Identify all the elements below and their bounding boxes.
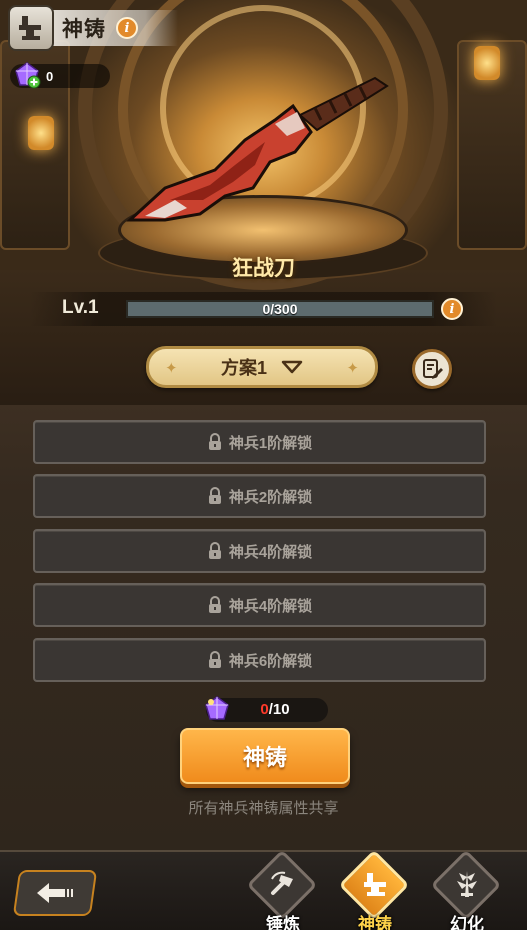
right-lamp [474, 46, 500, 80]
weapon-name: 狂战刀 [232, 257, 295, 280]
hammer-icon [271, 871, 293, 895]
level-info-icon[interactable]: i [441, 298, 463, 320]
level-row: Lv.1 0/300 i [0, 292, 527, 326]
gem-count: 0 [46, 68, 54, 84]
cost-required: /10 [268, 701, 290, 718]
rename-plan-button[interactable] [412, 349, 452, 389]
nav-tab-transform[interactable]: 幻化 [430, 849, 502, 930]
anvil-icon [364, 873, 386, 896]
xp-text: 0/300 [262, 301, 298, 317]
xp-progress-bar: 0/300 [126, 300, 434, 318]
purple-gem-icon [15, 62, 41, 89]
nav-tab-label: 幻化 [450, 915, 484, 930]
forge-anvil-icon [8, 5, 54, 51]
lock-icon [208, 596, 221, 613]
header: 神铸 i [8, 5, 178, 51]
berserker-blade-image [126, 76, 389, 222]
forge-button-label: 神铸 [242, 745, 287, 770]
lock-icon [208, 433, 221, 450]
back-arrow-icon [37, 883, 73, 903]
locked-slot-2[interactable]: 神兵2阶解锁 [33, 474, 486, 518]
slot-unlock-text: 神兵4阶解锁 [228, 597, 313, 615]
title-bar: 神铸 i [48, 10, 178, 46]
locked-slot-5[interactable]: 神兵6阶解锁 [33, 638, 486, 682]
nav-tab-divine-forge[interactable]: 神铸 [338, 849, 410, 930]
left-lamp [28, 116, 54, 150]
slot-unlock-text: 神兵2阶解锁 [228, 488, 313, 506]
slot-unlock-text: 神兵6阶解锁 [228, 652, 313, 670]
lock-icon [208, 651, 221, 668]
back-button[interactable] [12, 870, 98, 916]
slot-unlock-text: 神兵4阶解锁 [228, 543, 313, 561]
forge-button[interactable]: 神铸 [180, 728, 350, 784]
level-label: Lv.1 [62, 297, 99, 318]
sparkle-icon: ✦ [165, 360, 178, 377]
nav-tab-hammer[interactable]: 锤炼 [246, 849, 318, 930]
plan-dropdown[interactable]: ✦ 方案1 ✦ [146, 346, 378, 388]
nav-tab-label: 神铸 [358, 915, 392, 930]
cost-value: 0/10 [206, 701, 328, 718]
spiked-sword-icon [457, 871, 477, 897]
locked-slot-1[interactable]: 神兵1阶解锁 [33, 420, 486, 464]
shared-attributes-note: 所有神兵神铸属性共享 [188, 800, 339, 817]
bottom-nav-bar: 锤炼 神铸 幻化 [0, 849, 527, 930]
edit-icon [423, 359, 443, 379]
lock-icon [208, 487, 221, 504]
forge-cost: 0/10 [205, 696, 328, 722]
slot-unlock-text: 神兵1阶解锁 [228, 434, 313, 452]
triangle-down-icon [281, 360, 303, 374]
plan-label: 方案1 [220, 358, 267, 378]
locked-slot-3[interactable]: 神兵4阶解锁 [33, 529, 486, 573]
cost-have: 0 [260, 701, 269, 718]
page-title: 神铸 [62, 18, 106, 41]
lock-icon [208, 542, 221, 559]
locked-slot-4[interactable]: 神兵4阶解锁 [33, 583, 486, 627]
nav-tab-label: 锤炼 [266, 915, 300, 930]
sparkle-icon: ✦ [346, 360, 359, 377]
info-icon[interactable]: i [116, 17, 138, 39]
gem-counter: 0 [10, 62, 110, 89]
